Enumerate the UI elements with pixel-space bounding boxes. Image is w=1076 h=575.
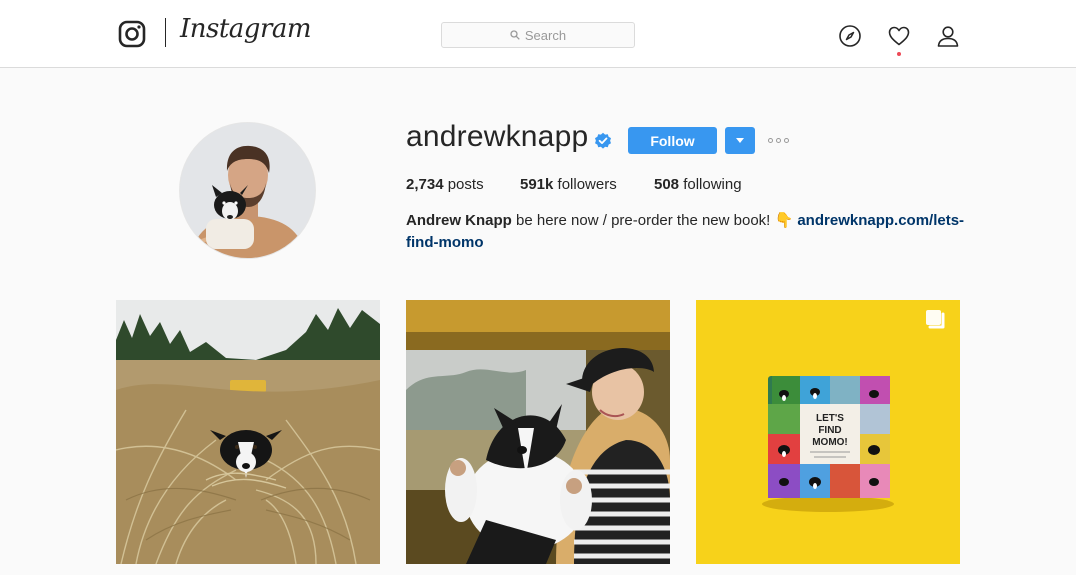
search-input[interactable]: Search xyxy=(441,22,635,48)
search-icon xyxy=(510,30,520,40)
avatar-photo xyxy=(180,123,315,258)
posts-count-value: 2,734 xyxy=(406,176,444,193)
instagram-wordmark[interactable]: Instagram xyxy=(180,14,312,44)
multiple-photos-icon xyxy=(926,310,945,329)
posts-count-label: posts xyxy=(443,176,484,193)
logo-divider xyxy=(165,18,166,47)
followers-count-value: 591k xyxy=(520,176,554,193)
more-options-dot xyxy=(768,137,773,143)
post-image-van-dog xyxy=(406,300,670,564)
post-image-dune-dog xyxy=(116,300,380,564)
following-count-value: 508 xyxy=(654,176,680,193)
followers-count-label: followers xyxy=(553,176,617,193)
more-options-dot xyxy=(784,137,789,143)
notification-dot xyxy=(897,52,901,56)
post-thumbnail[interactable] xyxy=(406,300,670,564)
profile-user-icon[interactable] xyxy=(936,24,960,48)
profile-avatar[interactable] xyxy=(179,122,316,259)
profile-stats: 2,734 posts 591k followers 508 following xyxy=(406,176,742,193)
post-image-momo-book: LET'S FIND MOMO! xyxy=(696,300,960,564)
caret-down-icon xyxy=(736,138,744,143)
suggestions-dropdown-button[interactable] xyxy=(725,127,755,154)
post-thumbnail[interactable]: LET'S FIND MOMO! xyxy=(696,300,960,564)
instagram-logo-icon[interactable] xyxy=(118,20,146,48)
book-title-line-1: LET'S xyxy=(816,413,844,424)
book-title-line-2: FIND xyxy=(818,425,841,436)
activity-heart-icon[interactable] xyxy=(887,24,911,48)
following-link[interactable]: 508 following xyxy=(654,176,742,193)
post-thumbnail[interactable] xyxy=(116,300,380,564)
profile-full-name: Andrew Knapp xyxy=(406,212,512,229)
bio-text: be here now / pre-order the new book! 👇 xyxy=(511,212,798,229)
top-navigation: Instagram Search xyxy=(0,0,1076,68)
posts-count: 2,734 posts xyxy=(406,176,520,193)
followers-link[interactable]: 591k followers xyxy=(520,176,654,193)
profile-username: andrewknapp xyxy=(406,120,589,153)
more-options-dot xyxy=(776,137,781,143)
more-options-button[interactable] xyxy=(768,133,792,147)
following-count-label: following xyxy=(679,176,742,193)
profile-bio: Andrew Knapp be here now / pre-order the… xyxy=(406,210,966,254)
search-placeholder: Search xyxy=(524,27,567,43)
explore-compass-icon[interactable] xyxy=(838,24,862,48)
book-title-line-3: MOMO! xyxy=(812,437,848,448)
follow-button[interactable]: Follow xyxy=(628,127,717,154)
verified-badge-icon xyxy=(595,132,611,149)
